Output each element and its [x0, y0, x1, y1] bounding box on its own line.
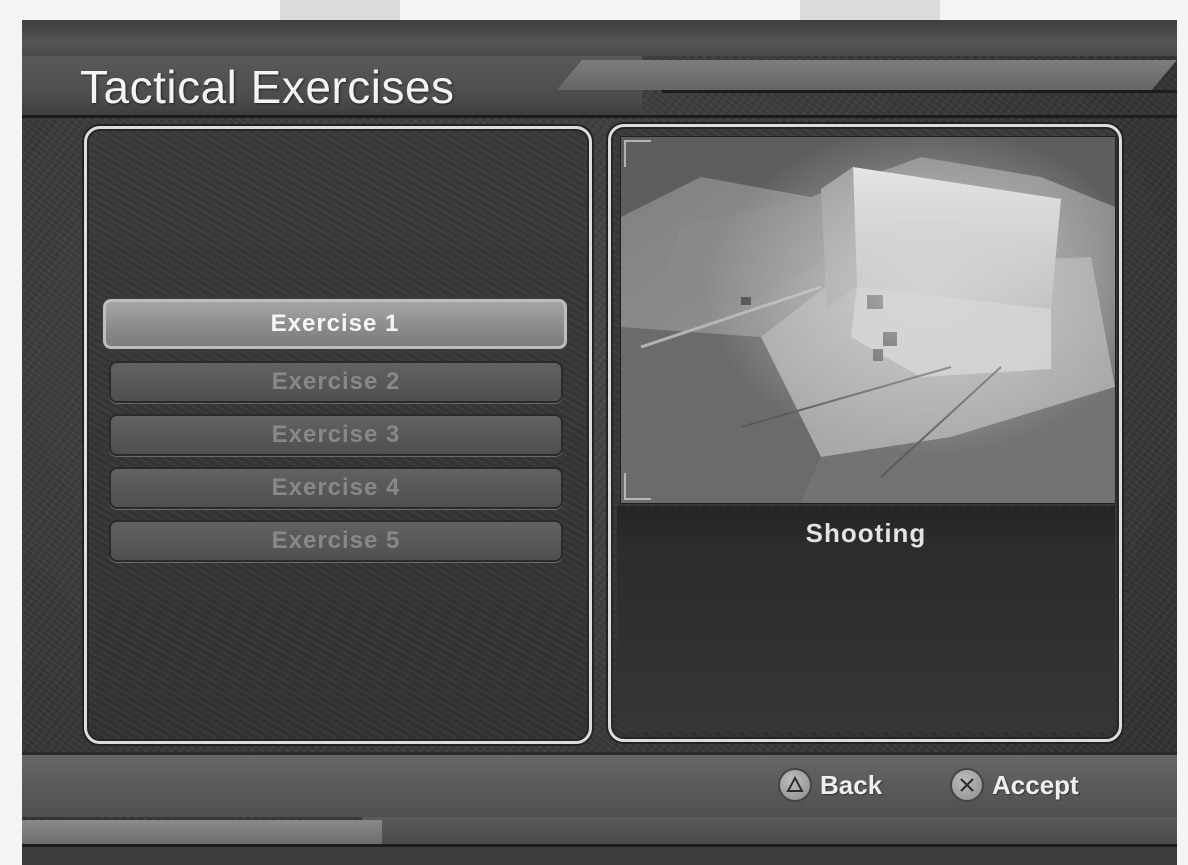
page-title: Tactical Exercises	[80, 61, 455, 113]
exercise-preview-scene	[621, 137, 1115, 503]
exercise-item-label: Exercise 5	[271, 527, 401, 554]
header-divider	[22, 115, 1177, 118]
exercise-preview-image	[620, 136, 1116, 504]
header-divider	[662, 90, 1177, 93]
exercise-item-3[interactable]: Exercise 3	[109, 414, 563, 456]
exercise-preview-panel: Shooting	[608, 124, 1122, 742]
exercise-item-5[interactable]: Exercise 5	[109, 520, 563, 562]
header-accent-strip	[556, 60, 1177, 90]
game-screen: Tactical Exercises Exercise 1 Exercise 2…	[22, 20, 1177, 865]
accept-control[interactable]: Accept	[950, 768, 1079, 802]
triangle-button-icon	[778, 768, 812, 802]
top-edge-smudge	[280, 0, 400, 22]
back-label: Back	[820, 769, 883, 800]
exercise-list-panel: Exercise 1 Exercise 2 Exercise 3 Exercis…	[84, 126, 592, 744]
exercise-item-label: Exercise 3	[271, 421, 401, 448]
exercise-item-1[interactable]: Exercise 1	[103, 299, 567, 349]
back-control[interactable]: Back	[778, 768, 882, 802]
footer-accent-strip	[22, 820, 382, 844]
exercise-item-label: Exercise 2	[271, 368, 401, 395]
exercise-item-4[interactable]: Exercise 4	[109, 467, 563, 509]
exercise-item-label: Exercise 4	[271, 474, 401, 501]
footer-lower-band	[362, 817, 1177, 845]
exercise-item-2[interactable]: Exercise 2	[109, 361, 563, 403]
exercise-preview-caption-bar: Shooting	[617, 506, 1115, 560]
exercise-description-area	[617, 560, 1115, 732]
top-edge-smudge	[800, 0, 940, 22]
header-top-band	[22, 20, 1177, 56]
accept-label: Accept	[992, 769, 1079, 800]
footer-bottom-band	[22, 847, 1177, 865]
cross-button-icon	[950, 768, 984, 802]
exercise-preview-caption: Shooting	[805, 517, 927, 548]
exercise-item-label: Exercise 1	[270, 310, 400, 337]
